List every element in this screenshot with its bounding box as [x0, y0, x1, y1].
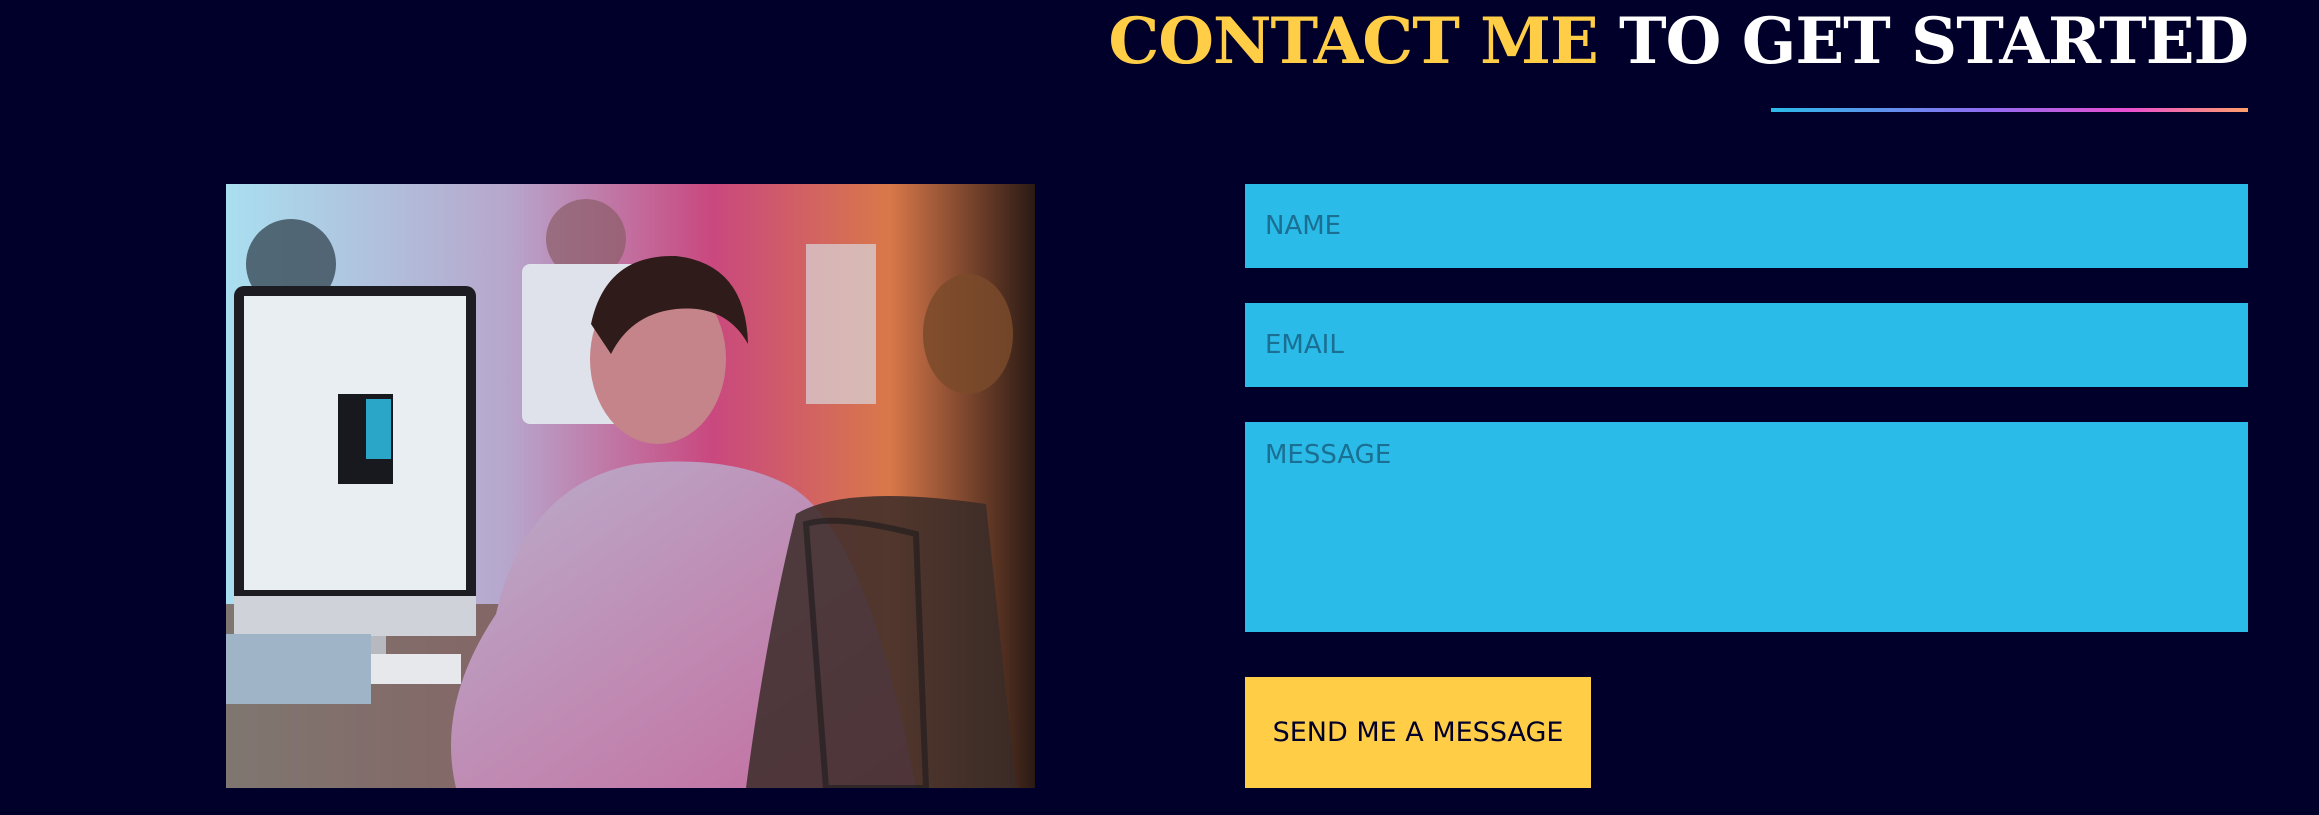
email-field[interactable]: [1245, 303, 2248, 387]
contact-heading: CONTACT ME TO GET STARTED: [1108, 2, 2249, 82]
name-field[interactable]: [1245, 184, 2248, 268]
message-field[interactable]: [1245, 422, 2248, 632]
send-message-button[interactable]: SEND ME A MESSAGE: [1245, 677, 1591, 788]
heading-rest: TO GET STARTED: [1619, 4, 2249, 79]
heading-underline: [1771, 108, 2248, 112]
office-photo: [226, 184, 1035, 788]
heading-accent: CONTACT ME: [1108, 4, 1598, 79]
